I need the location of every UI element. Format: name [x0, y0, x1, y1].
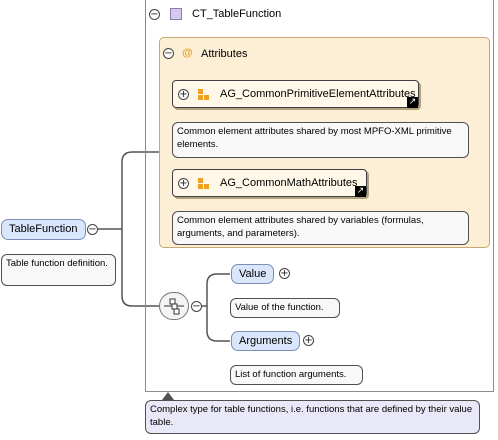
child-element-value[interactable]: Value: [231, 264, 275, 284]
child-element-doc-text: List of function arguments.: [235, 369, 347, 380]
collapse-root-icon[interactable]: −: [87, 224, 98, 235]
collapse-sequence-icon[interactable]: −: [191, 301, 202, 312]
sequence-compositor[interactable]: [159, 292, 189, 320]
child-element-doc-text: Value of the function.: [235, 302, 324, 313]
attribute-group-doc-primitive: Common element attributes shared by most…: [172, 122, 469, 158]
child-element-name: Arguments: [239, 335, 293, 347]
attribute-group-math[interactable]: + AG_CommonMathAttributes ↗: [172, 169, 367, 197]
expand-value-icon[interactable]: +: [279, 268, 290, 279]
expand-arguments-icon[interactable]: +: [303, 335, 314, 346]
complex-type-icon: [170, 8, 182, 20]
type-doc-pointer: [162, 392, 174, 400]
attribute-group-icon: [198, 178, 210, 190]
attribute-group-icon: [198, 89, 210, 101]
attribute-group-doc-text: Common element attributes shared by vari…: [177, 215, 424, 239]
attribute-group-doc-text: Common element attributes shared by most…: [177, 126, 452, 150]
attribute-group-primitive[interactable]: + AG_CommonPrimitiveElementAttributes ↗: [172, 80, 419, 108]
child-element-arguments[interactable]: Arguments: [231, 331, 301, 351]
attributes-symbol: @: [182, 47, 193, 59]
attribute-group-doc-math: Common element attributes shared by vari…: [172, 211, 469, 245]
external-link-icon[interactable]: ↗: [407, 97, 418, 108]
root-element-tablefunction[interactable]: TableFunction: [1, 219, 86, 240]
external-link-icon[interactable]: ↗: [355, 186, 366, 197]
collapse-attributes-icon[interactable]: −: [163, 48, 174, 59]
expand-group-icon[interactable]: +: [178, 89, 189, 100]
attribute-group-name: AG_CommonMathAttributes: [220, 177, 358, 189]
complex-type-doc-text: Complex type for table functions, i.e. f…: [150, 404, 473, 428]
attributes-label: Attributes: [201, 48, 248, 60]
sequence-compositor-icon: [164, 298, 184, 315]
complex-type-name: CT_TableFunction: [192, 8, 282, 20]
child-element-name: Value: [239, 268, 267, 280]
child-element-doc-value: Value of the function.: [230, 298, 340, 318]
attribute-group-name: AG_CommonPrimitiveElementAttributes: [220, 88, 416, 100]
child-element-doc-arguments: List of function arguments.: [230, 365, 363, 385]
root-element-doc: Table function definition.: [1, 254, 116, 286]
root-element-doc-text: Table function definition.: [6, 258, 108, 269]
collapse-type-icon[interactable]: −: [149, 9, 160, 20]
complex-type-doc: Complex type for table functions, i.e. f…: [145, 400, 480, 434]
expand-group-icon[interactable]: +: [178, 178, 189, 189]
root-element-name: TableFunction: [9, 223, 78, 235]
